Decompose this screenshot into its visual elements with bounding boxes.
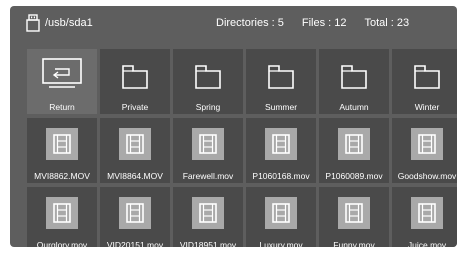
tile-label: VID20151.mov: [106, 240, 164, 247]
video-file-tile[interactable]: MVI8864.MOV: [100, 118, 170, 183]
return-tile[interactable]: Return: [27, 49, 97, 114]
folder-icon: [339, 61, 369, 96]
tile-label: Private: [121, 102, 149, 112]
video-file-tile[interactable]: Goodshow.mov: [392, 118, 457, 183]
files-count: Files : 12: [301, 17, 347, 29]
video-file-tile[interactable]: Funny.mov: [319, 187, 389, 247]
tile-label: P1060168.mov: [252, 171, 310, 181]
file-grid: Return Private Spring Summer Autumn Winter MVI…: [27, 49, 457, 247]
header-bar: /usb/sda1 Directories : 5 Files : 12 Tot…: [10, 6, 457, 40]
tile-label: Juice.mov: [407, 240, 447, 247]
current-path: /usb/sda1: [45, 17, 93, 29]
video-file-icon: [119, 191, 151, 229]
tile-label: Luxury.mov: [259, 240, 303, 247]
tile-label: Summer: [264, 102, 298, 112]
video-file-icon: [46, 122, 78, 160]
video-file-icon: [338, 122, 370, 160]
video-file-icon: [411, 191, 443, 229]
folder-icon: [412, 61, 442, 96]
video-file-icon: [338, 191, 370, 229]
folder-icon: [120, 61, 150, 96]
video-file-tile[interactable]: Juice.mov: [392, 187, 457, 247]
tile-label: Funny.mov: [333, 240, 375, 247]
usb-drive-icon: [26, 14, 40, 32]
video-file-tile[interactable]: MVI8862.MOV: [27, 118, 97, 183]
video-file-tile[interactable]: VID18951.mov: [173, 187, 243, 247]
tile-label: P1060089.mov: [325, 171, 383, 181]
video-file-icon: [119, 122, 151, 160]
video-file-icon: [192, 191, 224, 229]
video-file-icon: [411, 122, 443, 160]
video-file-tile[interactable]: VID20151.mov: [100, 187, 170, 247]
tile-label: Spring: [195, 102, 221, 112]
summary-stats: Directories : 5 Files : 12 Total : 23: [216, 17, 409, 29]
directories-count: Directories : 5: [216, 17, 284, 29]
folder-icon: [193, 61, 223, 96]
tile-label: Autumn: [339, 102, 369, 112]
folder-tile[interactable]: Autumn: [319, 49, 389, 114]
video-file-icon: [265, 191, 297, 229]
folder-icon: [266, 61, 296, 96]
tile-label: Ourglory.mov: [36, 240, 88, 247]
folder-tile[interactable]: Spring: [173, 49, 243, 114]
video-file-tile[interactable]: Farewell.mov: [173, 118, 243, 183]
tile-label: MVI8862.MOV: [34, 171, 90, 181]
tile-label: Return: [49, 102, 75, 112]
total-count: Total : 23: [364, 17, 410, 29]
video-file-icon: [46, 191, 78, 229]
tile-label: Farewell.mov: [182, 171, 234, 181]
tile-label: Winter: [414, 102, 440, 112]
tile-label: VID18951.mov: [179, 240, 237, 247]
video-file-icon: [265, 122, 297, 160]
folder-tile[interactable]: Winter: [392, 49, 457, 114]
file-browser-panel: /usb/sda1 Directories : 5 Files : 12 Tot…: [10, 6, 457, 247]
return-icon: [41, 57, 83, 96]
video-file-tile[interactable]: Ourglory.mov: [27, 187, 97, 247]
video-file-tile[interactable]: P1060168.mov: [246, 118, 316, 183]
video-file-icon: [192, 122, 224, 160]
video-file-tile[interactable]: Luxury.mov: [246, 187, 316, 247]
tile-label: Goodshow.mov: [397, 171, 457, 181]
folder-tile[interactable]: Private: [100, 49, 170, 114]
folder-tile[interactable]: Summer: [246, 49, 316, 114]
tile-label: MVI8864.MOV: [107, 171, 163, 181]
video-file-tile[interactable]: P1060089.mov: [319, 118, 389, 183]
